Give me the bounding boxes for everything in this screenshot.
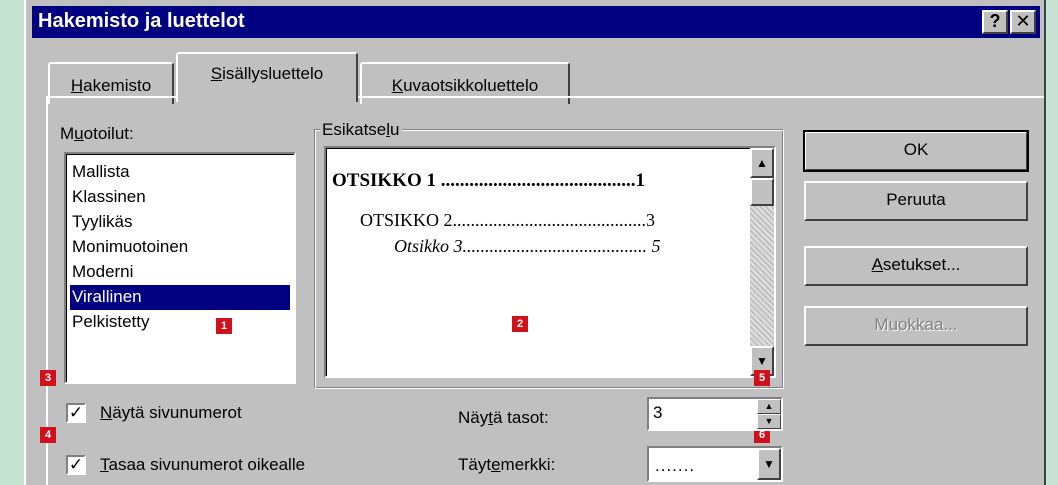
show-page-numbers-checkbox[interactable]: ✓ xyxy=(66,403,86,423)
list-item[interactable]: Mallista xyxy=(70,160,290,185)
ok-button[interactable]: OK xyxy=(803,130,1029,172)
list-item[interactable]: Monimuotoinen xyxy=(70,235,290,260)
formats-listbox[interactable]: Mallista Klassinen Tyylikäs Monimuotoine… xyxy=(64,152,296,384)
list-item[interactable]: Moderni xyxy=(70,260,290,285)
tab-mnemonic: S xyxy=(210,64,223,83)
show-levels-spinner[interactable]: 3 ▲ ▼ xyxy=(647,397,783,431)
tab-sisallysluettelo[interactable]: Sisällysluettelo xyxy=(176,52,358,102)
list-item[interactable]: Tyylikäs xyxy=(70,210,290,235)
help-button[interactable]: ? xyxy=(982,10,1008,34)
dialog-window: Hakemisto ja luettelot ? ✕ Hakemisto Sis… xyxy=(24,0,1046,485)
show-levels-value[interactable]: 3 xyxy=(653,403,662,423)
tab-mnemonic: K xyxy=(391,76,404,95)
callout-badge: 4 xyxy=(40,427,56,443)
preview-label: Esikatselu xyxy=(320,120,402,140)
scroll-up-icon[interactable]: ▲ xyxy=(750,148,774,178)
tab-mnemonic: H xyxy=(70,76,84,95)
list-item[interactable]: Klassinen xyxy=(70,185,290,210)
window-title: Hakemisto ja luettelot xyxy=(38,10,245,32)
show-levels-label: Näytä tasot: xyxy=(458,408,549,427)
scroll-thumb[interactable] xyxy=(750,178,774,206)
list-item[interactable]: Pelkistetty xyxy=(70,310,290,335)
preview-pane: OTSIKKO 1 ..............................… xyxy=(324,146,776,378)
formats-label: Muotoilut: xyxy=(60,124,134,143)
preview-scrollbar[interactable]: ▲ ▼ xyxy=(750,148,774,376)
close-button[interactable]: ✕ xyxy=(1010,10,1036,34)
chevron-down-icon[interactable]: ▼ xyxy=(757,448,781,480)
preview-heading-3: Otsikko 3...............................… xyxy=(394,236,661,256)
modify-button[interactable]: Muokkaa... xyxy=(804,306,1028,346)
tab-label: akemisto xyxy=(83,76,152,95)
preview-heading-2: OTSIKKO 2...............................… xyxy=(360,210,655,230)
callout-badge: 1 xyxy=(216,318,232,334)
spin-down-icon[interactable]: ▼ xyxy=(757,414,781,429)
callout-badge: 2 xyxy=(512,316,528,332)
fill-char-label: Täytemerkki: xyxy=(458,455,556,474)
spin-up-icon[interactable]: ▲ xyxy=(757,399,781,414)
preview-heading-1: OTSIKKO 1 ..............................… xyxy=(332,170,645,191)
show-page-numbers-label: Näytä sivunumerot xyxy=(100,403,242,422)
align-right-checkbox[interactable]: ✓ xyxy=(66,455,86,475)
list-item-selected[interactable]: Virallinen xyxy=(70,285,290,310)
callout-badge: 5 xyxy=(754,370,770,386)
fill-char-dropdown[interactable]: ....... ▼ xyxy=(647,446,783,482)
align-right-label: Tasaa sivunumerot oikealle xyxy=(100,455,306,474)
cancel-button[interactable]: Peruuta xyxy=(804,181,1028,221)
fill-char-value: ....... xyxy=(655,456,696,475)
title-bar[interactable]: Hakemisto ja luettelot ? ✕ xyxy=(32,6,1040,38)
callout-badge: 3 xyxy=(40,370,56,386)
tab-label: uvaotsikkoluettelo xyxy=(403,76,539,95)
settings-button[interactable]: Asetukset... xyxy=(804,246,1028,286)
tab-label: isällysluettelo xyxy=(222,64,324,83)
